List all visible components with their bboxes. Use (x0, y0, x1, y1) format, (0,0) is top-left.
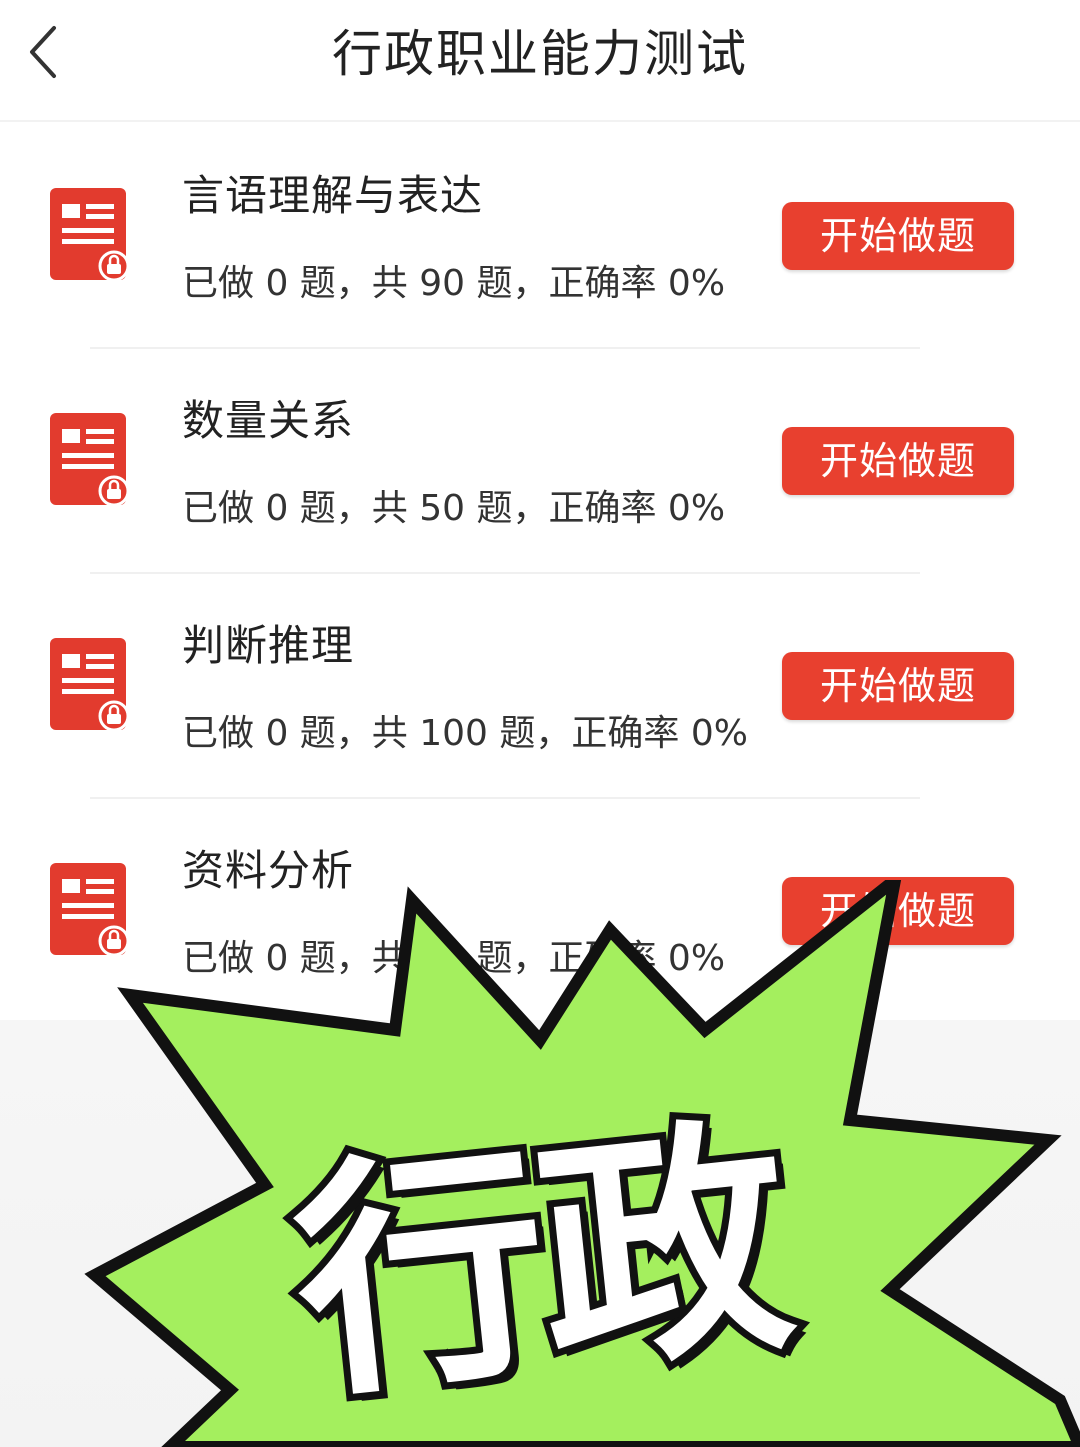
progress-stats: 已做 0 题，共 50 题，正确率 0% (182, 488, 726, 529)
start-practice-button[interactable]: 开始做题 (782, 202, 1014, 270)
progress-stats: 已做 0 题，共 100 题，正确率 0% (182, 713, 748, 754)
start-practice-button[interactable]: 开始做题 (782, 427, 1014, 495)
page-title: 行政职业能力测试 (332, 25, 748, 83)
sticker-label: 行政 (275, 1085, 805, 1439)
nav-bar: 行政职业能力测试 (0, 0, 1080, 122)
section-title: 判断推理 (182, 621, 355, 670)
list-item: 言语理解与表达 已做 0 题，共 90 题，正确率 0% 开始做题 (0, 124, 1080, 349)
start-practice-button[interactable]: 开始做题 (782, 652, 1014, 720)
document-lock-icon (50, 188, 130, 282)
document-lock-icon (50, 638, 130, 732)
list-item: 数量关系 已做 0 题，共 50 题，正确率 0% 开始做题 (0, 349, 1080, 574)
section-title: 言语理解与表达 (182, 171, 484, 220)
section-title: 数量关系 (182, 396, 355, 445)
list-item: 判断推理 已做 0 题，共 100 题，正确率 0% 开始做题 (0, 574, 1080, 799)
progress-stats: 已做 0 题，共 90 题，正确率 0% (182, 263, 726, 304)
document-lock-icon (50, 413, 130, 507)
